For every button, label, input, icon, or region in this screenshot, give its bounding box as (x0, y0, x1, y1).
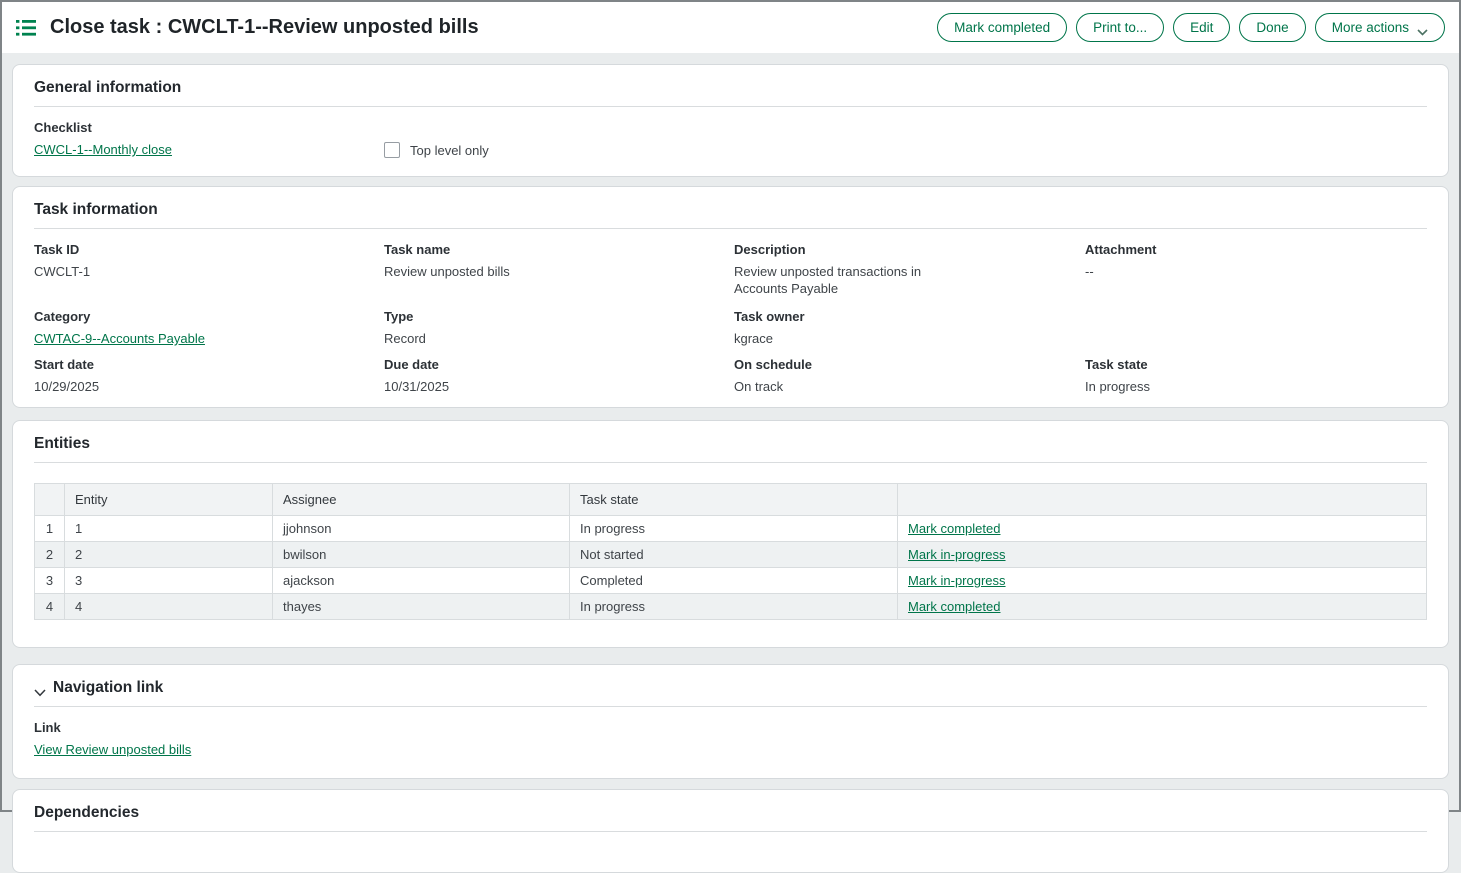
row-action-link[interactable]: Mark completed (908, 599, 1000, 614)
print-to-button[interactable]: Print to... (1076, 13, 1164, 42)
table-row: 3 3 ajackson Completed Mark in-progress (35, 568, 1427, 594)
mark-completed-button[interactable]: Mark completed (937, 13, 1067, 42)
chevron-down-icon (1417, 24, 1428, 31)
row-action-link[interactable]: Mark in-progress (908, 547, 1006, 562)
entities-section: Entities Entity Assignee Task state 1 1 … (12, 420, 1449, 648)
start-date-value: 10/29/2025 (34, 378, 384, 395)
link-label: Link (34, 720, 1427, 736)
task-state-label: Task state (1085, 357, 1427, 373)
field-description: Description Review unposted transactions… (734, 242, 1085, 297)
top-level-only-checkbox[interactable] (384, 142, 400, 158)
navigation-link-title: Navigation link (53, 678, 163, 697)
entity-cell: 3 (65, 568, 273, 594)
assignee-cell: ajackson (273, 568, 570, 594)
more-actions-label: More actions (1332, 20, 1409, 35)
page-header: Close task : CWCLT-1--Review unposted bi… (2, 2, 1459, 53)
field-due-date: Due date 10/31/2025 (384, 357, 734, 395)
entity-cell: 2 (65, 542, 273, 568)
field-task-name: Task name Review unposted bills (384, 242, 734, 297)
type-label: Type (384, 309, 734, 325)
entity-cell: 4 (65, 594, 273, 620)
task-id-label: Task ID (34, 242, 384, 258)
column-header-actions (898, 484, 1427, 516)
column-header-task-state: Task state (570, 484, 898, 516)
task-state-cell: Completed (570, 568, 898, 594)
row-number: 3 (35, 568, 65, 594)
due-date-value: 10/31/2025 (384, 378, 734, 395)
done-button[interactable]: Done (1239, 13, 1305, 42)
type-value: Record (384, 330, 734, 347)
general-information-section: General information Checklist CWCL-1--Mo… (12, 64, 1449, 177)
task-information-section: Task information Task ID CWCLT-1 Task na… (12, 186, 1449, 408)
row-number: 4 (35, 594, 65, 620)
task-owner-label: Task owner (734, 309, 1085, 325)
entity-cell: 1 (65, 516, 273, 542)
view-task-link[interactable]: View Review unposted bills (34, 742, 191, 757)
edit-button[interactable]: Edit (1173, 13, 1230, 42)
checklist-label: Checklist (34, 120, 384, 136)
field-attachment: Attachment -- (1085, 242, 1427, 297)
attachment-value: -- (1085, 263, 1427, 280)
field-on-schedule: On schedule On track (734, 357, 1085, 395)
column-header-rownum (35, 484, 65, 516)
task-id-value: CWCLT-1 (34, 263, 384, 280)
row-action-link[interactable]: Mark completed (908, 521, 1000, 536)
task-name-value: Review unposted bills (384, 263, 734, 280)
row-number: 2 (35, 542, 65, 568)
table-row: 2 2 bwilson Not started Mark in-progress (35, 542, 1427, 568)
assignee-cell: thayes (273, 594, 570, 620)
entities-table-header-row: Entity Assignee Task state (35, 484, 1427, 516)
start-date-label: Start date (34, 357, 384, 373)
category-link[interactable]: CWTAC-9--Accounts Payable (34, 331, 205, 346)
more-actions-button[interactable]: More actions (1315, 13, 1445, 42)
on-schedule-value: On track (734, 378, 1085, 395)
navigation-link-section: Navigation link Link View Review unposte… (12, 664, 1449, 779)
collapse-chevron-icon[interactable] (34, 684, 46, 692)
field-task-id: Task ID CWCLT-1 (34, 242, 384, 297)
task-state-cell: In progress (570, 516, 898, 542)
entities-title: Entities (34, 434, 90, 453)
task-name-label: Task name (384, 242, 734, 258)
due-date-label: Due date (384, 357, 734, 373)
header-actions: Mark completed Print to... Edit Done Mor… (937, 13, 1445, 42)
description-label: Description (734, 242, 1085, 258)
table-row: 1 1 jjohnson In progress Mark completed (35, 516, 1427, 542)
row-action-link[interactable]: Mark in-progress (908, 573, 1006, 588)
table-row: 4 4 thayes In progress Mark completed (35, 594, 1427, 620)
dependencies-title: Dependencies (34, 803, 139, 822)
dependencies-section: Dependencies (12, 789, 1449, 873)
field-type: Type Record (384, 309, 734, 347)
category-label: Category (34, 309, 384, 325)
field-task-state: Task state In progress (1085, 357, 1427, 395)
attachment-label: Attachment (1085, 242, 1427, 258)
task-state-cell: In progress (570, 594, 898, 620)
field-category: Category CWTAC-9--Accounts Payable (34, 309, 384, 347)
description-value: Review unposted transactions in Accounts… (734, 263, 939, 297)
task-state-value: In progress (1085, 378, 1427, 395)
checklist-link[interactable]: CWCL-1--Monthly close (34, 142, 172, 157)
task-owner-value: kgrace (734, 330, 1085, 347)
row-number: 1 (35, 516, 65, 542)
page-body: General information Checklist CWCL-1--Mo… (2, 53, 1459, 873)
entities-table: Entity Assignee Task state 1 1 jjohnson … (34, 483, 1427, 620)
assignee-cell: bwilson (273, 542, 570, 568)
assignee-cell: jjohnson (273, 516, 570, 542)
task-information-title: Task information (34, 200, 158, 219)
task-state-cell: Not started (570, 542, 898, 568)
on-schedule-label: On schedule (734, 357, 1085, 373)
field-task-owner: Task owner kgrace (734, 309, 1085, 347)
column-header-entity: Entity (65, 484, 273, 516)
top-level-only-label: Top level only (410, 143, 489, 158)
column-header-assignee: Assignee (273, 484, 570, 516)
page-title: Close task : CWCLT-1--Review unposted bi… (50, 16, 479, 39)
field-start-date: Start date 10/29/2025 (34, 357, 384, 395)
general-information-title: General information (34, 78, 181, 97)
checklist-menu-icon[interactable] (16, 18, 38, 38)
